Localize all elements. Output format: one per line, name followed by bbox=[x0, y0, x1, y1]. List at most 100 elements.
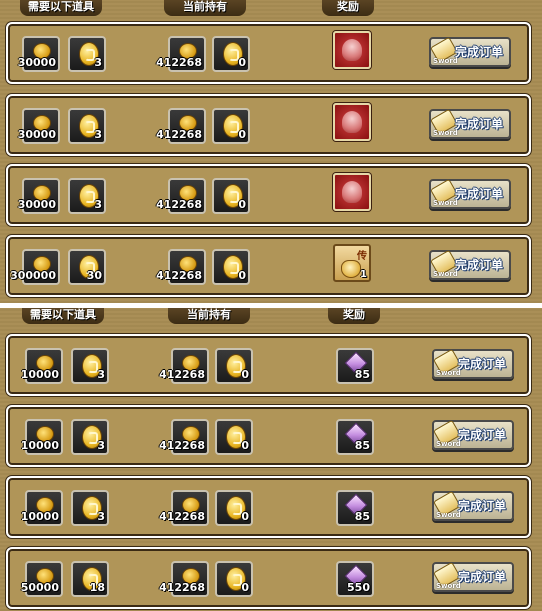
required-coin-slot: 30000 bbox=[18, 108, 60, 144]
complete-order-label: 完成订单 bbox=[455, 258, 504, 272]
header-reward: 奖励 bbox=[328, 308, 380, 324]
order-row: 30000 3 412268 0 完成订单 Sword bbox=[6, 164, 531, 226]
held-coin-slot: 412268 bbox=[156, 36, 206, 72]
required-ticket-slot: 3 bbox=[71, 419, 109, 455]
held-coin-slot: 412268 bbox=[159, 561, 209, 597]
held-ticket-slot: 0 bbox=[212, 249, 250, 285]
required-coin-slot: 30000 bbox=[18, 178, 60, 214]
required-ticket-slot: 3 bbox=[68, 108, 106, 144]
required-ticket-count: 3 bbox=[97, 439, 105, 452]
red-emblem-icon bbox=[342, 111, 362, 133]
required-coin-count: 30000 bbox=[17, 128, 56, 141]
complete-order-button[interactable]: 完成订单 Sword bbox=[429, 108, 511, 139]
order-row: 10000 3 412268 0 85 完成订单 Sword bbox=[6, 476, 531, 538]
required-coin-count: 10000 bbox=[20, 439, 59, 452]
button-sub-label: Sword bbox=[433, 57, 458, 65]
reward-count: 85 bbox=[354, 368, 370, 381]
complete-order-button[interactable]: 完成订单 Sword bbox=[432, 348, 514, 379]
button-sub-label: Sword bbox=[433, 199, 458, 207]
reward-gem-slot[interactable]: 85 bbox=[336, 348, 374, 384]
held-coin-count: 412268 bbox=[159, 368, 205, 381]
reward-count: 85 bbox=[354, 439, 370, 452]
complete-order-label: 完成订单 bbox=[458, 357, 507, 371]
required-ticket-count: 30 bbox=[86, 269, 102, 282]
held-coin-count: 412268 bbox=[159, 439, 205, 452]
required-coin-slot: 10000 bbox=[21, 348, 63, 384]
complete-order-label: 完成订单 bbox=[455, 117, 504, 131]
header-required-items: 需要以下道具 bbox=[22, 308, 104, 324]
required-coin-count: 30000 bbox=[17, 198, 56, 211]
complete-order-button[interactable]: 完成订单 Sword bbox=[429, 178, 511, 209]
button-sub-label: Sword bbox=[436, 582, 461, 590]
reward-red-emblem[interactable] bbox=[333, 103, 371, 141]
reward-legend-bag[interactable]: 传1 bbox=[333, 244, 371, 282]
held-ticket-slot: 0 bbox=[212, 178, 250, 214]
complete-order-label: 完成订单 bbox=[458, 499, 507, 513]
required-ticket-slot: 30 bbox=[68, 249, 106, 285]
required-coin-slot: 300000 bbox=[10, 249, 60, 285]
held-coin-slot: 412268 bbox=[159, 490, 209, 526]
held-coin-count: 412268 bbox=[159, 581, 205, 594]
reward-gem-slot[interactable]: 85 bbox=[336, 419, 374, 455]
required-ticket-slot: 3 bbox=[71, 348, 109, 384]
order-panel-bottom: 需要以下道具 当前持有 奖励 10000 3 412268 0 85 完成订单 S… bbox=[0, 308, 542, 611]
red-emblem-icon bbox=[342, 39, 362, 61]
held-coin-slot: 412268 bbox=[156, 249, 206, 285]
required-coin-count: 300000 bbox=[10, 269, 56, 282]
held-ticket-count: 0 bbox=[241, 368, 249, 381]
complete-order-label: 完成订单 bbox=[455, 187, 504, 201]
reward-count: 85 bbox=[354, 510, 370, 523]
required-ticket-slot: 18 bbox=[71, 561, 109, 597]
held-ticket-count: 0 bbox=[238, 56, 246, 69]
required-ticket-count: 3 bbox=[97, 510, 105, 523]
required-ticket-count: 3 bbox=[94, 198, 102, 211]
complete-order-label: 完成订单 bbox=[458, 570, 507, 584]
complete-order-button[interactable]: 完成订单 Sword bbox=[429, 36, 511, 67]
order-row: 10000 3 412268 0 85 完成订单 Sword bbox=[6, 334, 531, 396]
required-coin-count: 30000 bbox=[17, 56, 56, 69]
button-sub-label: Sword bbox=[436, 511, 461, 519]
reward-count: 550 bbox=[347, 581, 370, 594]
held-ticket-slot: 0 bbox=[215, 419, 253, 455]
order-row: 50000 18 412268 0 550 完成订单 Sword bbox=[6, 547, 531, 609]
required-ticket-slot: 3 bbox=[68, 178, 106, 214]
reward-count: 1 bbox=[360, 269, 367, 280]
complete-order-button[interactable]: 完成订单 Sword bbox=[429, 249, 511, 280]
held-coin-slot: 412268 bbox=[156, 108, 206, 144]
required-coin-slot: 30000 bbox=[18, 36, 60, 72]
held-ticket-count: 0 bbox=[241, 439, 249, 452]
held-ticket-count: 0 bbox=[241, 510, 249, 523]
held-coin-count: 412268 bbox=[156, 269, 202, 282]
red-emblem-icon bbox=[342, 181, 362, 203]
header-reward: 奖励 bbox=[322, 0, 374, 16]
button-sub-label: Sword bbox=[436, 440, 461, 448]
complete-order-button[interactable]: 完成订单 Sword bbox=[432, 490, 514, 521]
held-coin-count: 412268 bbox=[159, 510, 205, 523]
held-ticket-count: 0 bbox=[241, 581, 249, 594]
complete-order-button[interactable]: 完成订单 Sword bbox=[432, 419, 514, 450]
order-row: 10000 3 412268 0 85 完成订单 Sword bbox=[6, 405, 531, 467]
required-ticket-slot: 3 bbox=[68, 36, 106, 72]
required-ticket-count: 3 bbox=[94, 56, 102, 69]
required-ticket-slot: 3 bbox=[71, 490, 109, 526]
reward-gem-slot[interactable]: 550 bbox=[336, 561, 374, 597]
held-ticket-slot: 0 bbox=[212, 108, 250, 144]
order-row: 30000 3 412268 0 完成订单 Sword bbox=[6, 94, 531, 156]
required-coin-count: 10000 bbox=[20, 510, 59, 523]
held-ticket-slot: 0 bbox=[215, 490, 253, 526]
complete-order-label: 完成订单 bbox=[458, 428, 507, 442]
reward-gem-slot[interactable]: 85 bbox=[336, 490, 374, 526]
money-bag-icon bbox=[341, 260, 361, 278]
complete-order-button[interactable]: 完成订单 Sword bbox=[432, 561, 514, 592]
header-currently-held: 当前持有 bbox=[168, 308, 250, 324]
order-row: 30000 3 412268 0 完成订单 Sword bbox=[6, 22, 531, 84]
held-ticket-count: 0 bbox=[238, 128, 246, 141]
reward-red-emblem[interactable] bbox=[333, 31, 371, 69]
held-ticket-slot: 0 bbox=[215, 561, 253, 597]
required-coin-slot: 10000 bbox=[21, 419, 63, 455]
required-coin-slot: 10000 bbox=[21, 490, 63, 526]
button-sub-label: Sword bbox=[433, 270, 458, 278]
legend-tag: 传 bbox=[357, 251, 367, 262]
reward-red-emblem[interactable] bbox=[333, 173, 371, 211]
complete-order-label: 完成订单 bbox=[455, 45, 504, 59]
